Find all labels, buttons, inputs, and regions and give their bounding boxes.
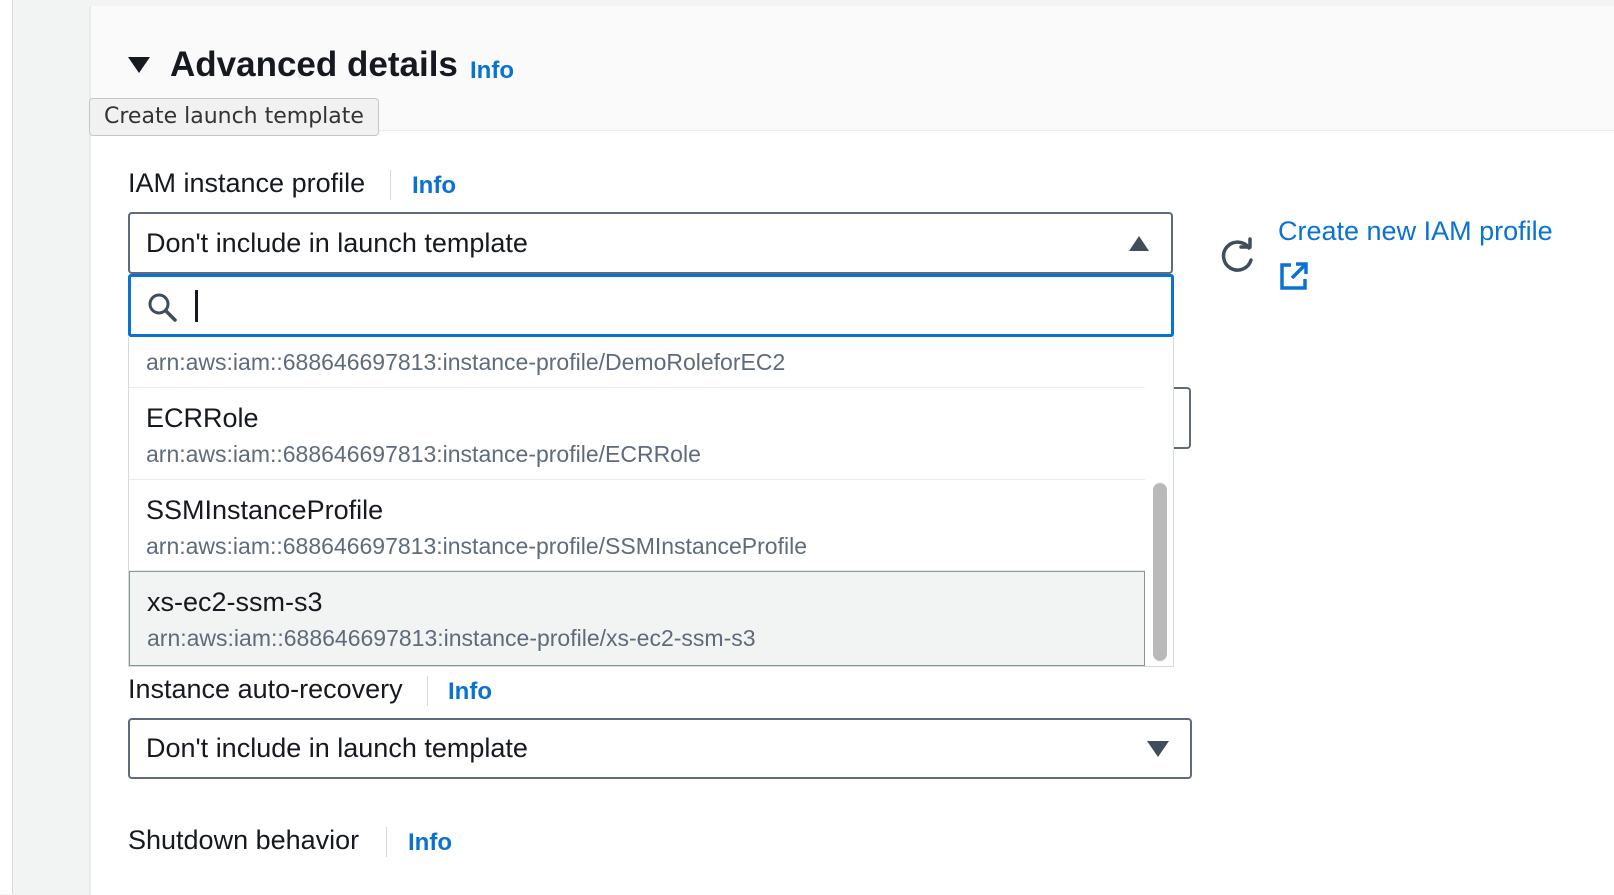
advanced-details-info-link[interactable]: Info — [470, 57, 514, 85]
shutdown-info-link[interactable]: Info — [408, 829, 452, 857]
iam-profile-options-list[interactable]: arn:aws:iam::688646697813:instance-profi… — [128, 337, 1174, 667]
option-arn: arn:aws:iam::688646697813:instance-profi… — [146, 533, 807, 559]
search-icon — [148, 293, 177, 322]
page-gutter — [13, 0, 89, 894]
auto-recovery-label: Instance auto-recovery — [128, 674, 403, 704]
chevron-up-icon[interactable] — [1129, 236, 1149, 251]
chevron-down-icon[interactable] — [1147, 741, 1169, 757]
iam-profile-label: IAM instance profile — [128, 168, 366, 198]
external-link-icon[interactable] — [1278, 260, 1310, 292]
list-item[interactable]: arn:aws:iam::688646697813:instance-profi… — [129, 337, 1145, 388]
option-name: ECRRole — [146, 403, 259, 433]
tooltip: Create launch template — [89, 98, 379, 136]
refresh-icon[interactable] — [1218, 236, 1258, 276]
section-title: Advanced details — [170, 45, 458, 84]
list-item-highlighted[interactable]: xs-ec2-ssm-s3 arn:aws:iam::688646697813:… — [129, 571, 1145, 666]
create-iam-profile-link[interactable]: Create new IAM profile — [1278, 216, 1553, 247]
left-rail — [0, 0, 13, 894]
option-name: SSMInstanceProfile — [146, 495, 384, 525]
auto-recovery-selected-value: Don't include in launch template — [146, 733, 528, 763]
auto-recovery-select[interactable]: Don't include in launch template — [128, 718, 1192, 779]
underlying-input-edge — [1174, 387, 1191, 449]
option-name: xs-ec2-ssm-s3 — [147, 587, 323, 617]
label-separator — [427, 676, 428, 706]
iam-profile-info-link[interactable]: Info — [412, 172, 456, 200]
label-separator — [390, 170, 391, 200]
expand-caret-icon[interactable] — [128, 57, 150, 73]
option-arn: arn:aws:iam::688646697813:instance-profi… — [147, 625, 756, 651]
auto-recovery-info-link[interactable]: Info — [448, 678, 492, 706]
text-cursor — [195, 290, 198, 322]
shutdown-behavior-label: Shutdown behavior — [128, 825, 360, 855]
list-item[interactable]: ECRRole arn:aws:iam::688646697813:instan… — [129, 388, 1145, 480]
label-separator — [386, 827, 387, 857]
iam-profile-search-input[interactable] — [128, 274, 1174, 337]
iam-profile-select[interactable]: Don't include in launch template — [128, 212, 1173, 274]
list-item[interactable]: SSMInstanceProfile arn:aws:iam::68864669… — [129, 480, 1145, 571]
option-arn: arn:aws:iam::688646697813:instance-profi… — [146, 441, 701, 467]
dropdown-scrollbar[interactable] — [1153, 483, 1167, 661]
iam-profile-selected-value: Don't include in launch template — [146, 227, 528, 258]
option-arn: arn:aws:iam::688646697813:instance-profi… — [146, 349, 786, 375]
